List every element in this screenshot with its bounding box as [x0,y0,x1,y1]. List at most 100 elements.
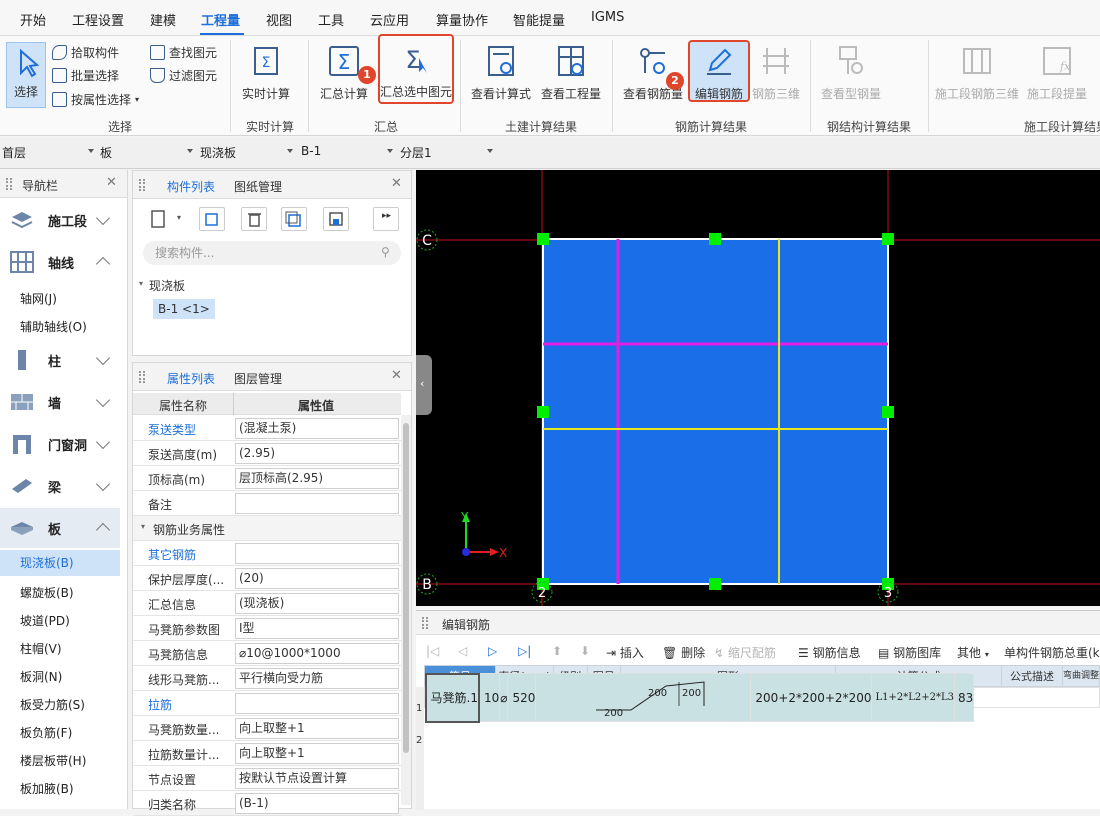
tab-layer-management[interactable]: 图层管理 [234,370,282,387]
select-by-attr-button[interactable]: 按属性选择 ▾ [52,91,139,108]
cell-desc[interactable]: L1+2*L2+2*L3 [871,673,955,722]
more-icon[interactable]: ▸▸ [373,207,399,231]
pick-component-button[interactable]: 拾取构件 [52,44,119,61]
duplicate-icon[interactable] [281,207,307,231]
property-row[interactable]: 其它钢筋 [133,541,401,566]
first-icon[interactable]: |◁ [426,644,439,658]
property-row[interactable]: 线形马凳筋... 平行横向受力筋 [133,666,401,691]
copy-icon[interactable] [199,207,225,231]
delete-button[interactable]: 🗑 删除 [662,644,705,661]
construction-rebar-3d-button[interactable]: 施工段钢筋三维 [934,44,1020,102]
menu-view[interactable]: 视图 [266,10,292,29]
close-icon[interactable]: ✕ [391,368,402,383]
scale-rebar-button[interactable]: ↯ 缩尺配筋 [714,644,776,661]
rebar-lib-button[interactable]: ▤ 钢筋图库 [878,644,941,661]
property-value[interactable]: Ⅰ型 [235,618,399,639]
filter-element-button[interactable]: 过滤图元 [150,67,217,84]
scrollbar-thumb[interactable] [403,423,409,753]
scrollbar[interactable] [401,415,411,805]
cell-dia[interactable]: 10 [478,673,501,722]
property-value[interactable]: 向上取整+1 [235,718,399,739]
property-row[interactable]: 保护层厚度(... (20) [133,566,401,591]
tab-component-list[interactable]: 构件列表 [167,178,215,195]
prev-icon[interactable]: ◁ [458,644,467,658]
nav-item-floor-strip[interactable]: 楼层板带(H) [20,752,86,769]
property-value[interactable]: 向上取整+1 [235,743,399,764]
property-value[interactable]: (现浇板) [235,593,399,614]
slab-b1[interactable] [542,238,889,585]
menu-start[interactable]: 开始 [20,10,46,29]
nav-item-slab-hole[interactable]: 板洞(N) [20,668,62,685]
cell-bend[interactable]: 83 [953,673,975,722]
nav-cat-shigongduan[interactable]: 施工段 [0,200,120,240]
edit-rebar-button[interactable]: 编辑钢筋 [688,44,750,102]
close-icon[interactable]: ✕ [106,175,117,190]
last-icon[interactable]: ▷| [518,644,531,658]
cell-fig[interactable]: 520 [507,673,537,722]
view-steel-button[interactable]: 查看型钢量 [816,44,886,102]
nav-cat-axis[interactable]: 轴线 [0,242,120,282]
nav-cat-slab[interactable]: 板 [0,508,120,548]
menu-igms[interactable]: IGMS [591,10,624,25]
menu-quantities[interactable]: 工程量 [201,10,240,29]
nav-cat-wall[interactable]: 墙 [0,382,120,422]
rebar-info-button[interactable]: ☰ 钢筋信息 [798,644,861,661]
summary-selected-button[interactable]: Σ 汇总选中图元 [380,42,452,100]
chevron-down-icon[interactable]: ▾ [177,213,181,222]
property-row[interactable]: 拉筋数量计... 向上取整+1 [133,741,401,766]
nav-item-grid[interactable]: 轴网(J) [20,290,57,307]
menu-tools[interactable]: 工具 [318,10,344,29]
table-row[interactable]: 马凳筋.1 10 ⌀ 520 200 200 200 200+2*200+2*2… [424,672,975,723]
tree-root[interactable]: 现浇板 [149,277,185,294]
next-icon[interactable]: ▷ [488,644,497,658]
insert-button[interactable]: ⇥ 插入 [606,644,644,661]
other-button[interactable]: 其他 ▾ [957,644,989,661]
property-row[interactable]: 拉筋 [133,691,401,716]
cell-grade[interactable]: ⌀ [499,673,509,722]
rebar-3d-button[interactable]: 钢筋三维 [750,44,802,102]
batch-select-button[interactable]: 批量选择 [52,67,119,84]
new-component-icon[interactable] [145,207,171,231]
chevron-down-icon[interactable]: ▾ [139,279,143,288]
menu-project-settings[interactable]: 工程设置 [72,10,124,29]
tab-property-list[interactable]: 属性列表 [167,370,215,387]
nav-item-aux-axis[interactable]: 辅助轴线(O) [20,318,87,335]
menu-smart-lift[interactable]: 智能提量 [513,10,565,29]
property-value[interactable]: 按默认节点设置计算 [235,768,399,789]
property-value[interactable] [235,493,399,514]
property-value[interactable] [235,543,399,564]
menu-cloud[interactable]: 云应用 [370,10,409,29]
nav-item-slab-neg-rebar[interactable]: 板负筋(F) [20,724,72,741]
tab-drawing-management[interactable]: 图纸管理 [234,178,282,195]
view-quantity-button[interactable]: 查看工程量 [538,44,604,102]
property-value[interactable]: (混凝土泵) [235,418,399,439]
property-value[interactable]: 层顶标高(2.95) [235,468,399,489]
menu-collab[interactable]: 算量协作 [436,10,488,29]
type-select[interactable]: 现浇板 [200,144,236,161]
find-element-button[interactable]: 查找图元 [150,44,217,61]
property-row[interactable]: 汇总信息 (现浇板) [133,591,401,616]
property-name[interactable]: 其它钢筋 [148,546,238,563]
property-row[interactable]: 顶标高(m) 层顶标高(2.95) [133,466,401,491]
move-up-icon[interactable]: ⬆ [552,644,562,658]
property-row[interactable]: 马凳筋数量... 向上取整+1 [133,716,401,741]
property-row[interactable]: 归类名称 (B-1) [133,791,401,816]
move-down-icon[interactable]: ⬇ [580,644,590,658]
save-icon[interactable] [323,207,349,231]
construction-lift-button[interactable]: fx 施工段提量 [1024,44,1090,102]
property-row[interactable]: 马凳筋信息 ⌀10@1000*1000 [133,641,401,666]
realtime-calc-button[interactable]: Σ 实时计算 [238,44,294,102]
nav-item-slab-main-rebar[interactable]: 板受力筋(S) [20,696,85,713]
property-row[interactable]: 节点设置 按默认节点设置计算 [133,766,401,791]
property-value[interactable]: ⌀10@1000*1000 [235,643,399,664]
property-row[interactable]: 备注 [133,491,401,516]
nav-item-column-cap[interactable]: 柱帽(V) [20,640,62,657]
search-input[interactable]: 搜索构件... [143,241,401,265]
property-value[interactable] [235,693,399,714]
delete-icon[interactable] [241,207,267,231]
property-value[interactable]: (2.95) [235,443,399,464]
floor-select[interactable]: 首层 [2,144,26,161]
close-icon[interactable]: ✕ [391,176,402,191]
component-select[interactable]: B-1 [301,144,321,158]
property-row[interactable]: 泵送类型 (混凝土泵) [133,416,401,441]
